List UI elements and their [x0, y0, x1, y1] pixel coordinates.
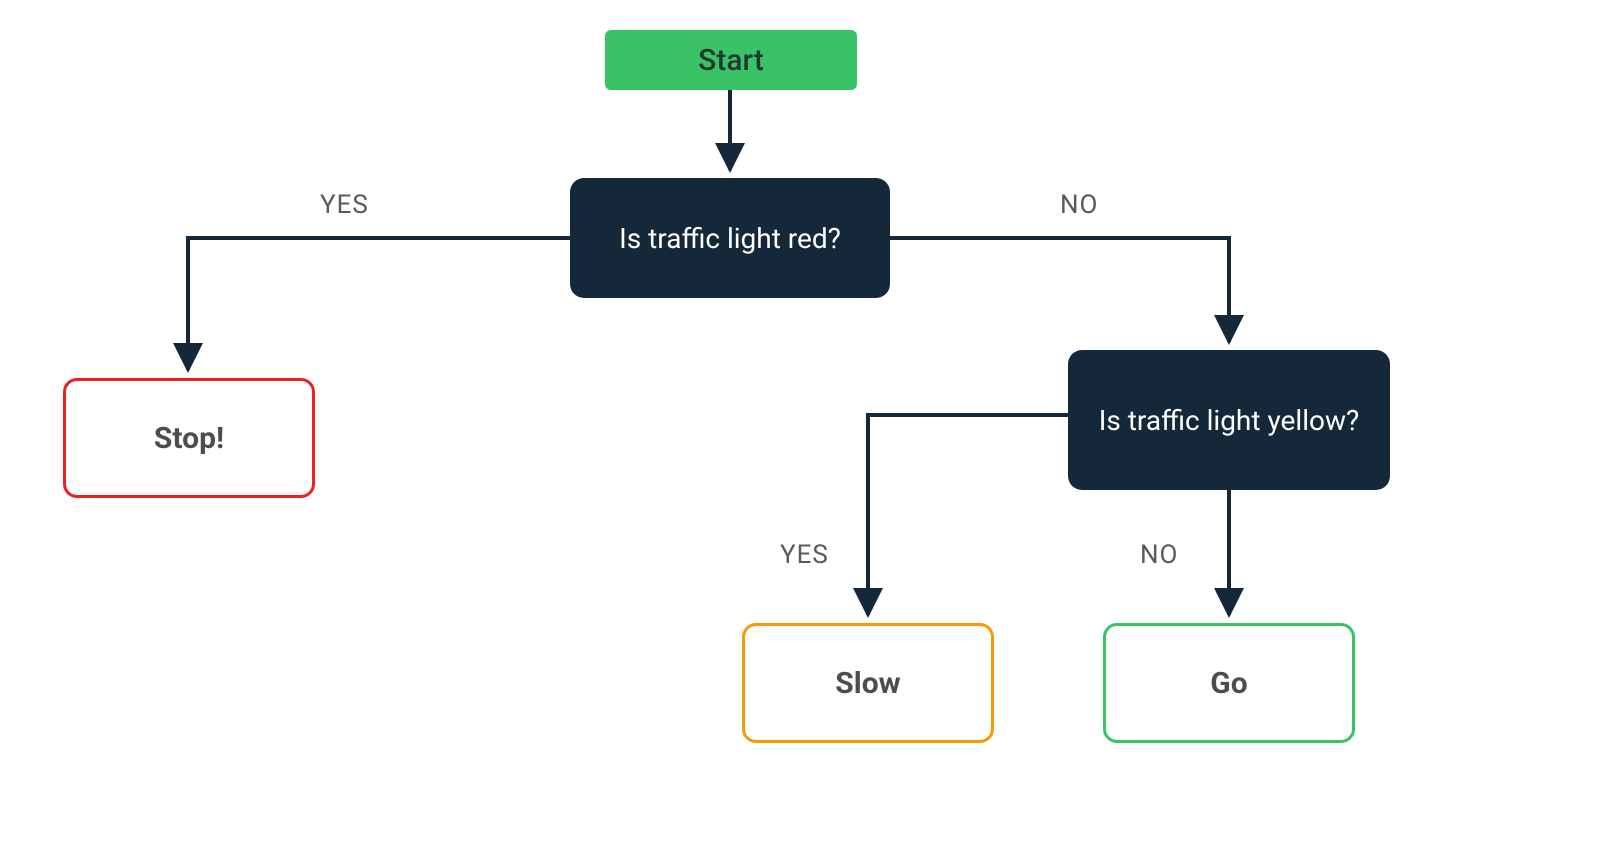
branch-label-red-no: NO	[1060, 190, 1098, 220]
outcome-go-node: Go	[1103, 623, 1355, 743]
outcome-stop-label: Stop!	[154, 421, 224, 456]
start-label: Start	[698, 43, 764, 78]
start-node: Start	[605, 30, 857, 90]
decision-yellow-label: Is traffic light yellow?	[1099, 404, 1360, 437]
decision-red-label: Is traffic light red?	[619, 222, 841, 255]
decision-yellow-node: Is traffic light yellow?	[1068, 350, 1390, 490]
branch-label-yellow-no: NO	[1140, 540, 1178, 570]
outcome-slow-node: Slow	[742, 623, 994, 743]
outcome-go-label: Go	[1210, 666, 1247, 701]
branch-label-red-yes: YES	[320, 190, 369, 220]
outcome-slow-label: Slow	[835, 666, 900, 701]
decision-red-node: Is traffic light red?	[570, 178, 890, 298]
branch-label-yellow-yes: YES	[780, 540, 829, 570]
outcome-stop-node: Stop!	[63, 378, 315, 498]
